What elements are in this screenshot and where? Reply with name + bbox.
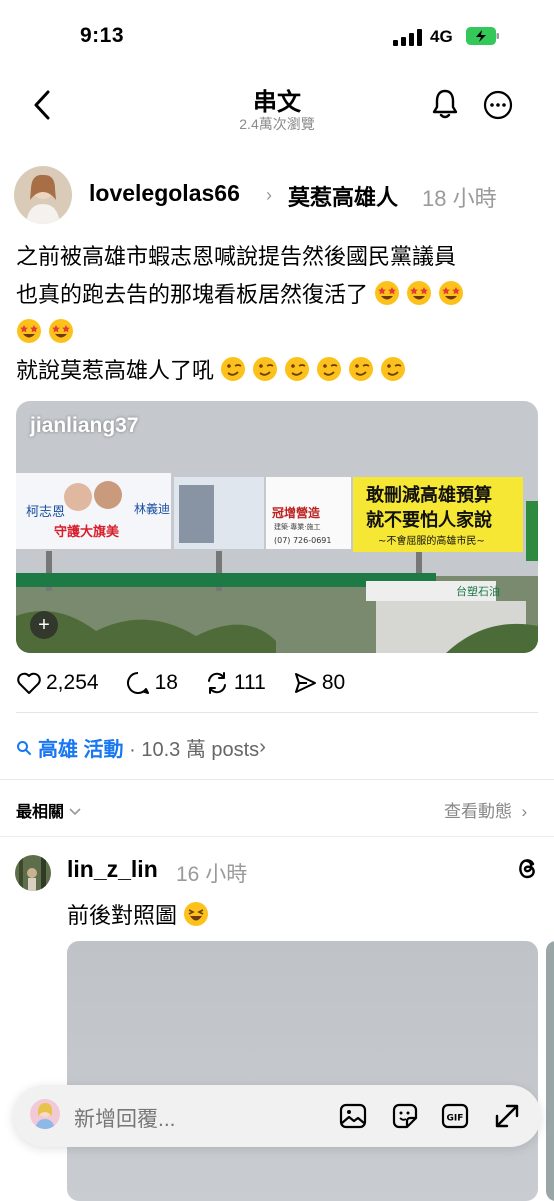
activity-label: 查看動態	[444, 802, 512, 821]
post-text-line: 也真的跑去告的那塊看板居然復活了	[16, 282, 369, 307]
winking-emoji-icon	[317, 357, 342, 381]
repost-icon	[207, 672, 226, 694]
comment-count: 18	[154, 671, 178, 694]
billboard-text: 守護大旗美	[54, 524, 120, 540]
status-time: 9:13	[80, 24, 125, 47]
post-time: 18 小時	[422, 186, 497, 211]
post-actions: 2,254 18 111 80	[16, 668, 371, 698]
reply-image[interactable]	[67, 941, 538, 1201]
reply-time: 16 小時	[176, 863, 248, 886]
winking-emoji-icon	[349, 357, 374, 381]
topic-count: · 10.3 萬 posts	[129, 739, 260, 761]
view-activity-link[interactable]: 查看動態 ›	[444, 797, 527, 822]
reply-avatar[interactable]	[15, 855, 51, 891]
share-count: 80	[321, 671, 346, 694]
topic-link[interactable]: 高雄 活動 · 10.3 萬 posts ›	[16, 733, 266, 762]
billboard-text: 就不要怕人家說	[366, 509, 492, 531]
star-struck-emoji-icon	[375, 281, 400, 305]
billboard-text: 柯志恩	[26, 505, 65, 520]
reply-username[interactable]: lin_z_lin	[67, 856, 158, 883]
threads-icon	[519, 859, 535, 879]
network-type: 4G	[430, 27, 453, 46]
page-title: 串文	[253, 89, 301, 116]
post-text-line: 就說莫惹高雄人了吼	[16, 358, 215, 383]
chevron-right-icon: ›	[266, 185, 272, 205]
comment-icon	[126, 672, 149, 694]
post-image[interactable]: 柯志恩 林義迪 守護大旗美 冠增營造 建築·專業·施工 (07) 726-069…	[16, 401, 538, 653]
reply-input[interactable]: 新增回覆...	[74, 1103, 176, 1133]
winking-emoji-icon	[285, 357, 310, 381]
post-text-line: 之前被高雄市蝦志恩喊說提告然後國民黨議員	[16, 244, 457, 269]
billboard-text: 建築·專業·施工	[274, 522, 320, 531]
chevron-right-icon: ›	[259, 736, 266, 758]
like-count: 2,254	[46, 671, 99, 694]
chevron-right-icon: ›	[521, 802, 528, 821]
signal-icon	[393, 29, 425, 46]
winking-emoji-icon	[253, 357, 278, 381]
star-struck-emoji-icon	[407, 281, 432, 305]
more-icon[interactable]	[483, 90, 513, 120]
winking-emoji-icon	[381, 357, 406, 381]
chevron-down-icon	[69, 808, 82, 816]
share-button[interactable]: 80	[292, 670, 345, 696]
reply-text: 前後對照圖	[67, 898, 215, 930]
star-struck-emoji-icon	[17, 319, 41, 343]
comment-button[interactable]: 18	[125, 670, 178, 696]
battery-icon	[466, 27, 499, 45]
billboard-text: 敢刪減高雄預算	[366, 484, 492, 506]
sticker-icon[interactable]	[390, 1101, 420, 1131]
plus-icon[interactable]: +	[30, 611, 58, 639]
star-struck-emoji-icon	[439, 281, 464, 305]
heart-icon	[17, 672, 41, 694]
post-text-line-with-emoji: 就說莫惹高雄人了吼	[16, 352, 542, 390]
repost-count: 111	[233, 671, 266, 694]
billboard-text: (07) 726-0691	[274, 536, 331, 545]
star-struck-emoji-icon	[49, 319, 73, 343]
reply-image-next[interactable]	[546, 941, 554, 1201]
divider	[0, 779, 554, 780]
billboard-text: ~不會屈服的高雄市民~	[378, 534, 485, 547]
divider	[0, 836, 554, 837]
community-name[interactable]: 莫惹高雄人	[288, 180, 398, 212]
expand-icon[interactable]	[492, 1101, 522, 1131]
repost-button[interactable]: 111	[204, 670, 266, 696]
share-icon	[294, 673, 316, 693]
reply-text-line: 前後對照圖	[67, 903, 178, 928]
avatar[interactable]	[14, 166, 72, 224]
billboard-text: 台塑石油	[456, 584, 500, 598]
laughing-emoji-icon	[184, 902, 209, 926]
sort-dropdown[interactable]: 最相關	[16, 798, 82, 822]
image-icon[interactable]	[338, 1101, 368, 1131]
svg-text:GIF: GIF	[447, 1114, 464, 1124]
billboard-text: 冠增營造	[272, 505, 321, 520]
post-text: 之前被高雄市蝦志恩喊說提告然後國民黨議員 也真的跑去告的那塊看板居然復活了 就說…	[16, 238, 542, 390]
divider	[16, 712, 538, 713]
sort-label: 最相關	[16, 804, 65, 821]
image-watermark: jianliang37	[30, 414, 139, 437]
winking-emoji-icon	[221, 357, 246, 381]
emoji-line	[16, 314, 542, 352]
bell-icon[interactable]	[430, 88, 460, 120]
post-username[interactable]: lovelegolas66	[89, 180, 240, 207]
post-text-line-with-emoji: 也真的跑去告的那塊看板居然復活了	[16, 276, 542, 314]
like-button[interactable]: 2,254	[16, 671, 99, 695]
my-avatar	[30, 1099, 60, 1129]
search-icon	[17, 740, 31, 755]
gif-icon[interactable]: GIF	[440, 1101, 470, 1131]
billboard-text: 林義迪	[134, 501, 170, 516]
view-count: 2.4萬次瀏覽	[239, 116, 315, 132]
topic-name: 高雄 活動	[38, 739, 124, 761]
